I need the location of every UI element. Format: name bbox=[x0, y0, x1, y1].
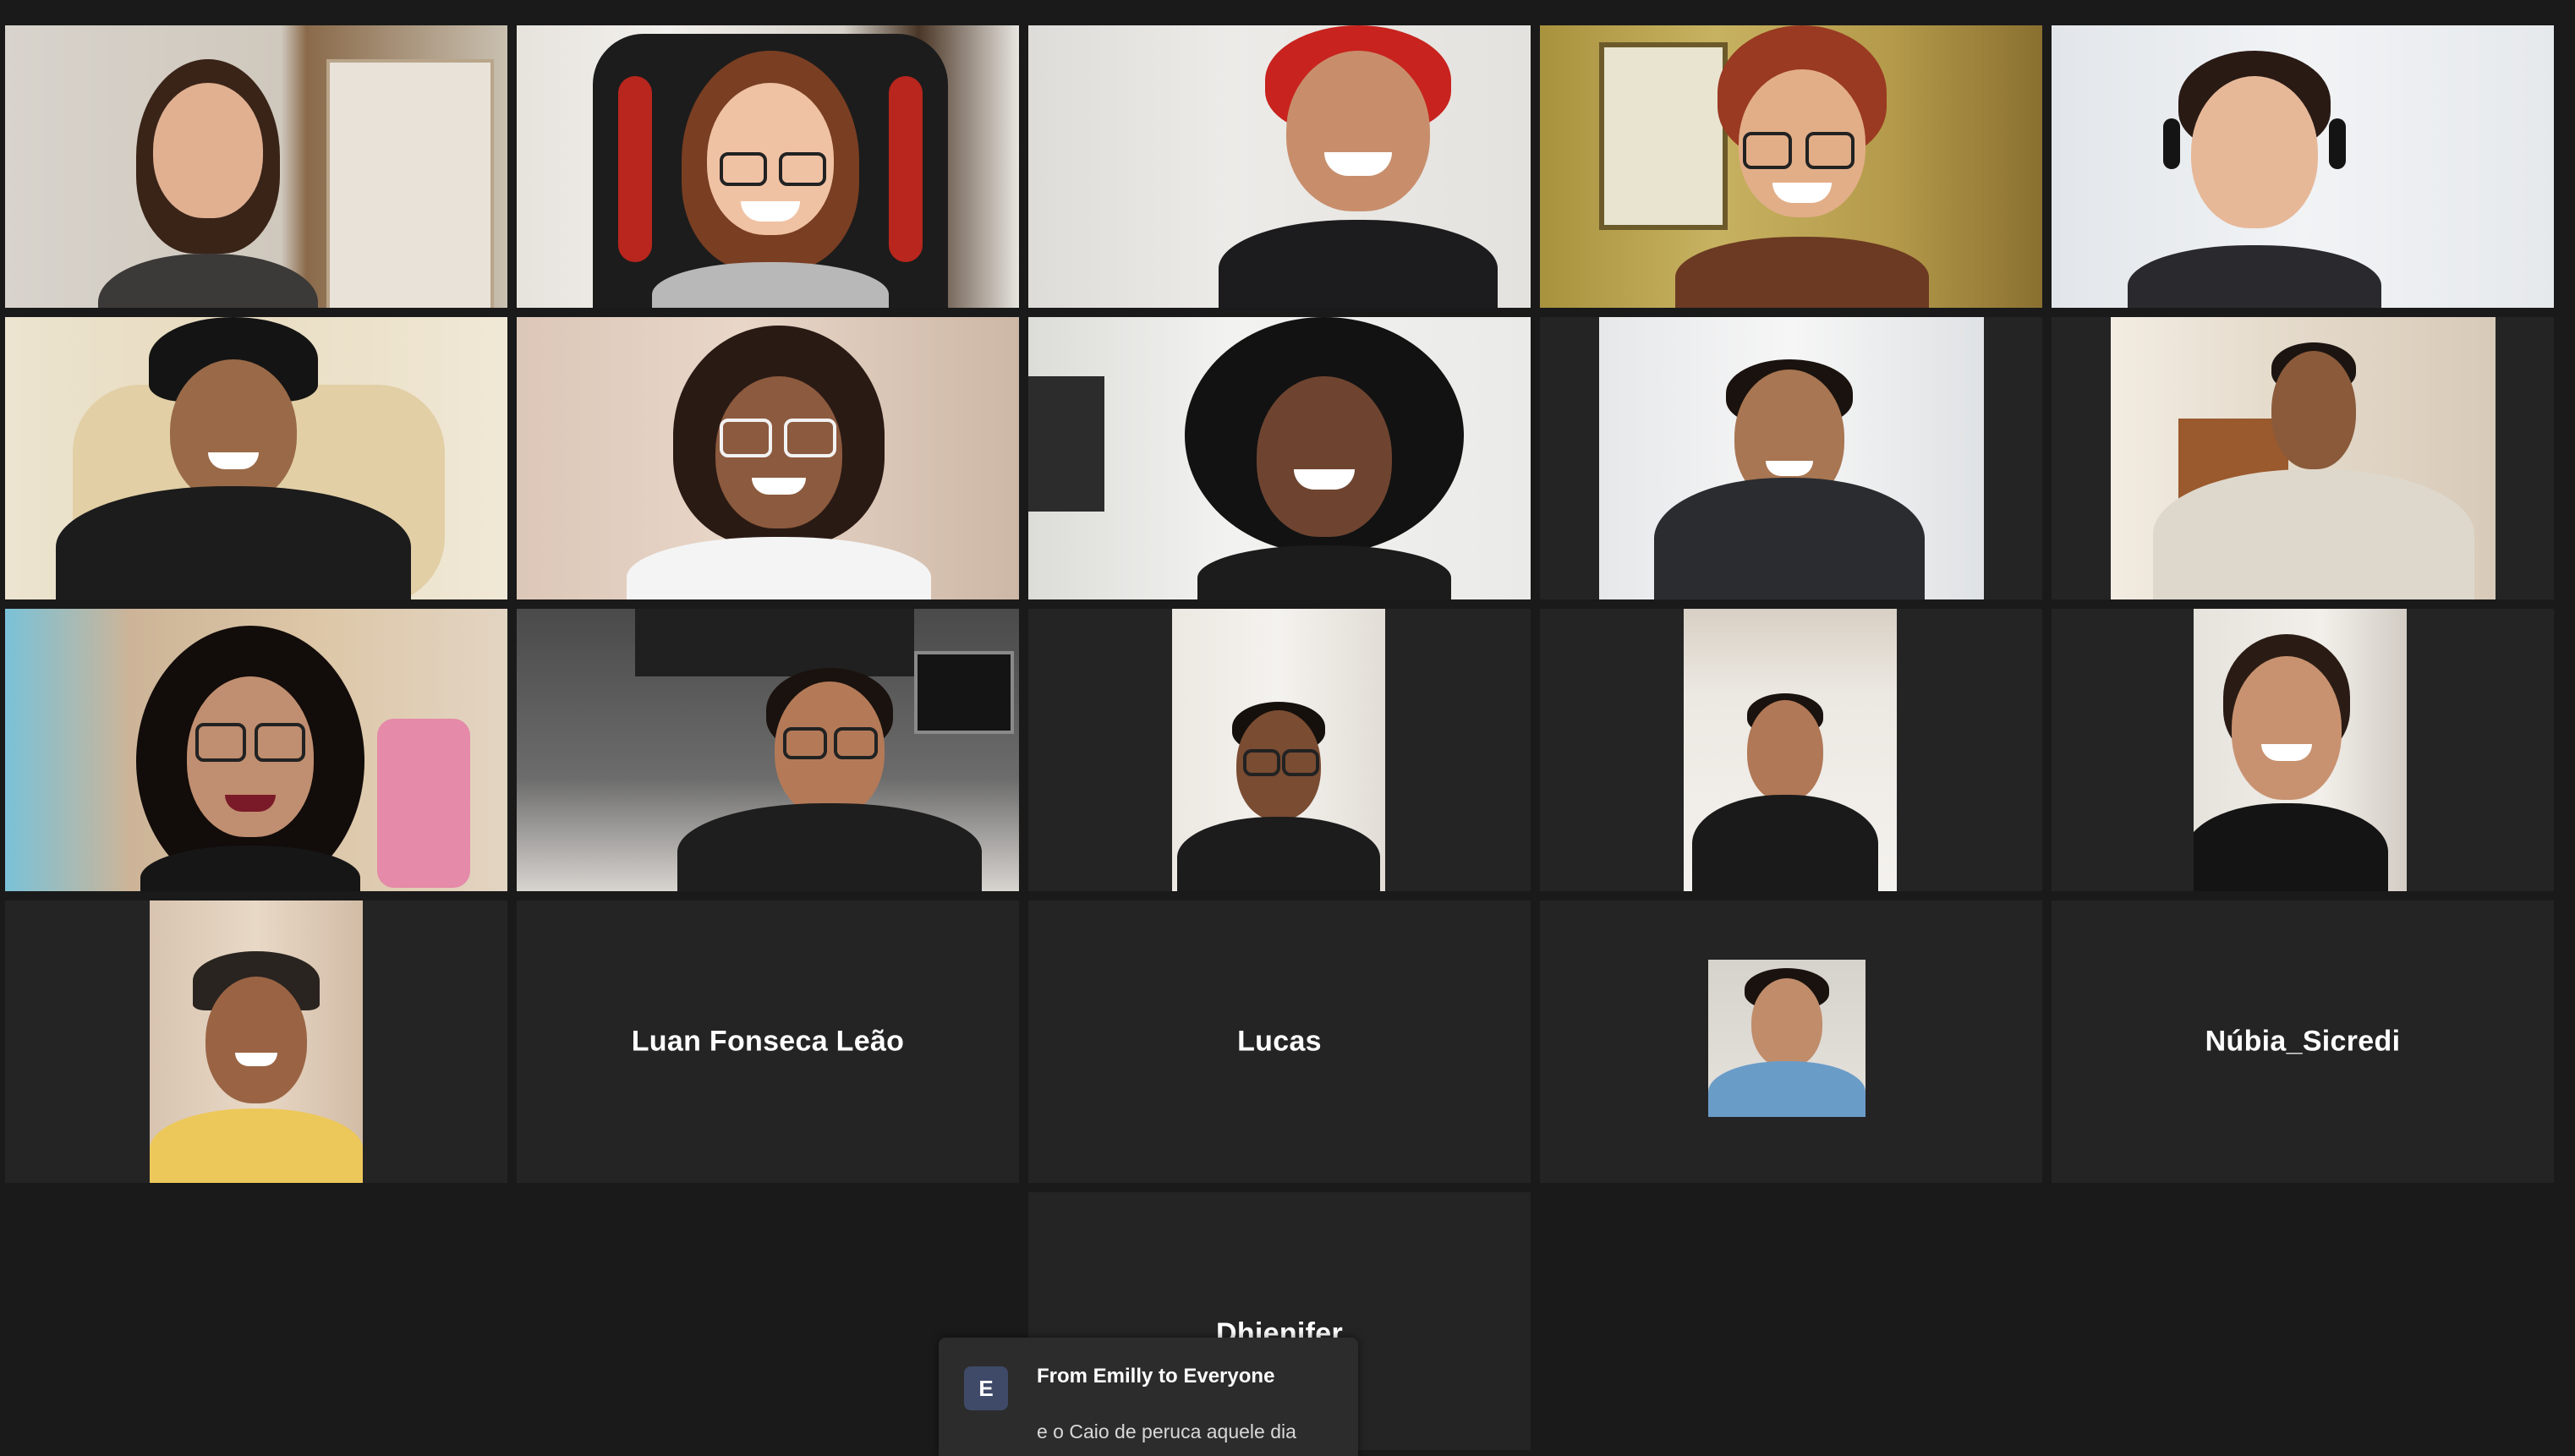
chat-notification[interactable]: E From Emilly to Everyone e o Caio de pe… bbox=[939, 1338, 1358, 1456]
participant-tile[interactable] bbox=[5, 609, 507, 891]
participant-tile[interactable]: Lucas bbox=[1028, 900, 1531, 1183]
participant-video bbox=[5, 317, 507, 599]
chat-sender: From Emilly to Everyone bbox=[1037, 1365, 1275, 1388]
participant-tile[interactable] bbox=[1028, 25, 1531, 308]
participant-name: Núbia_Sicredi bbox=[2205, 1025, 2401, 1058]
participant-video bbox=[1172, 609, 1385, 891]
participant-video bbox=[2194, 609, 2407, 891]
participant-video bbox=[2052, 25, 2554, 308]
participant-tile[interactable] bbox=[2052, 609, 2554, 891]
participant-video bbox=[5, 25, 507, 308]
participant-video bbox=[1028, 25, 1531, 308]
participant-video bbox=[517, 25, 1019, 308]
participant-tile[interactable] bbox=[517, 25, 1019, 308]
participant-tile[interactable] bbox=[1540, 25, 2042, 308]
participant-tile[interactable] bbox=[2052, 317, 2554, 599]
participant-tile[interactable] bbox=[517, 609, 1019, 891]
participant-video bbox=[5, 609, 507, 891]
participant-tile[interactable] bbox=[2052, 25, 2554, 308]
participant-profile-photo bbox=[1708, 960, 1866, 1117]
participant-video bbox=[1599, 317, 1984, 599]
participant-tile[interactable] bbox=[1540, 900, 2042, 1183]
participant-name: Luan Fonseca Leão bbox=[631, 1025, 905, 1058]
participant-tile[interactable]: Núbia_Sicredi bbox=[2052, 900, 2554, 1183]
participant-tile[interactable] bbox=[517, 317, 1019, 599]
participant-video bbox=[150, 900, 363, 1183]
participant-tile[interactable] bbox=[1028, 609, 1531, 891]
participant-video bbox=[2111, 317, 2496, 599]
participant-tile[interactable] bbox=[5, 317, 507, 599]
video-gallery: Luan Fonseca Leão Lucas Núbia_Sicredi Dh… bbox=[0, 0, 2575, 1456]
participant-tile[interactable] bbox=[1540, 317, 2042, 599]
participant-name: Lucas bbox=[1237, 1025, 1322, 1058]
avatar: E bbox=[964, 1366, 1008, 1410]
participant-video bbox=[1540, 25, 2042, 308]
participant-tile[interactable] bbox=[5, 25, 507, 308]
participant-tile[interactable]: Luan Fonseca Leão bbox=[517, 900, 1019, 1183]
participant-video bbox=[517, 317, 1019, 599]
participant-video bbox=[517, 609, 1019, 891]
chat-message: e o Caio de peruca aquele dia bbox=[1037, 1420, 1296, 1442]
participant-tile[interactable] bbox=[1540, 609, 2042, 891]
participant-video bbox=[1028, 317, 1531, 599]
participant-tile[interactable] bbox=[5, 900, 507, 1183]
participant-video bbox=[1684, 609, 1897, 891]
participant-tile[interactable] bbox=[1028, 317, 1531, 599]
